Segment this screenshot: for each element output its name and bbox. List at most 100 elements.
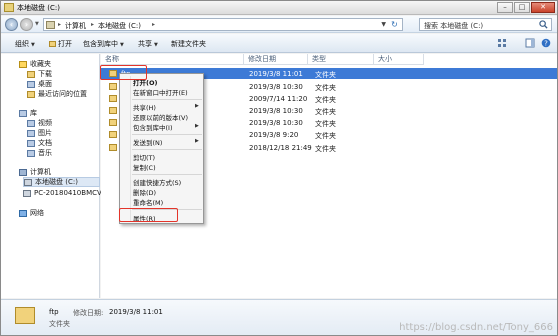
folder-icon bbox=[15, 307, 35, 324]
search-icon[interactable] bbox=[539, 20, 548, 29]
nav-downloads-label: 下载 bbox=[38, 70, 52, 78]
menu-item-restore-previous[interactable]: 还原以前的版本(V) bbox=[133, 112, 188, 122]
menu-item-include-in-library[interactable]: 包含到库中(I) bbox=[133, 122, 173, 132]
highlight-box-properties bbox=[119, 208, 178, 222]
menu-divider bbox=[132, 99, 202, 100]
window-controls: – □ ✕ bbox=[497, 2, 555, 13]
nav-downloads[interactable]: 下载 bbox=[27, 69, 52, 79]
details-type: 文件夹 bbox=[49, 320, 70, 328]
nav-pictures[interactable]: 图片 bbox=[27, 128, 52, 138]
nav-recent-label: 最近访问的位置 bbox=[38, 90, 87, 98]
video-icon bbox=[27, 119, 35, 127]
menu-item-send-to[interactable]: 发送到(N) bbox=[133, 137, 162, 147]
nav-favorites[interactable]: 收藏夹 bbox=[19, 59, 51, 69]
menu-item-share[interactable]: 共享(H) bbox=[133, 102, 156, 112]
file-type: 文件夹 bbox=[315, 132, 336, 140]
include-in-library-button[interactable]: 包含到库中 ▼ bbox=[83, 39, 124, 49]
maximize-button[interactable]: □ bbox=[514, 2, 530, 13]
nav-documents[interactable]: 文档 bbox=[27, 138, 52, 148]
open-button[interactable]: 打开 bbox=[49, 39, 72, 49]
address-dropdown[interactable]: ▼ bbox=[381, 21, 386, 28]
breadcrumb-local-disk[interactable]: 本地磁盘 (C:) bbox=[98, 21, 141, 31]
context-menu: 打开(O) 在新窗口中打开(E) 共享(H) ▶ 还原以前的版本(V) 包含到库… bbox=[119, 73, 204, 224]
share-label: 共享 bbox=[138, 40, 152, 48]
details-modified-label: 修改日期: bbox=[73, 309, 104, 317]
computer-icon bbox=[46, 21, 55, 29]
download-folder-icon bbox=[27, 70, 35, 78]
new-folder-button[interactable]: 新建文件夹 bbox=[171, 39, 206, 49]
menu-divider bbox=[132, 174, 202, 175]
menu-divider bbox=[132, 134, 202, 135]
nav-network[interactable]: 网络 bbox=[19, 208, 44, 218]
column-header-size[interactable]: 大小 bbox=[374, 54, 424, 65]
menu-item-delete[interactable]: 删除(D) bbox=[133, 187, 156, 197]
nav-network-drive-label: PC-20180410BMCV 上 bbox=[34, 189, 112, 197]
nav-videos[interactable]: 视频 bbox=[27, 118, 52, 128]
menu-item-cut[interactable]: 剪切(T) bbox=[133, 152, 155, 162]
nav-libraries[interactable]: 库 bbox=[19, 108, 37, 118]
nav-music[interactable]: 音乐 bbox=[27, 148, 52, 158]
minimize-button[interactable]: – bbox=[497, 2, 513, 13]
chevron-right-icon[interactable]: ▸ bbox=[91, 21, 94, 28]
explorer-window: 本地磁盘 (C:) – □ ✕ ‹ › ▼ ▸ 计算机 ▸ 本地磁盘 (C:) … bbox=[0, 0, 558, 336]
window-title: 本地磁盘 (C:) bbox=[17, 4, 60, 12]
menu-item-create-shortcut[interactable]: 创建快捷方式(S) bbox=[133, 177, 181, 187]
library-icon bbox=[19, 109, 27, 117]
forward-button[interactable]: › bbox=[20, 18, 33, 31]
chevron-right-icon[interactable]: ▸ bbox=[58, 21, 61, 28]
file-type: 文件夹 bbox=[315, 71, 336, 79]
details-modified: 2019/3/8 11:01 bbox=[109, 308, 163, 316]
chevron-right-icon: ▶ bbox=[195, 103, 199, 109]
breadcrumb-computer[interactable]: 计算机 bbox=[65, 21, 86, 31]
close-button[interactable]: ✕ bbox=[531, 2, 555, 13]
file-modified: 2009/7/14 11:20 bbox=[249, 95, 308, 103]
network-drive-icon bbox=[23, 189, 31, 197]
folder-icon bbox=[109, 107, 117, 114]
nav-network-drive[interactable]: PC-20180410BMCV 上 bbox=[23, 188, 111, 198]
menu-divider bbox=[132, 149, 202, 150]
picture-icon bbox=[27, 129, 35, 137]
nav-computer-label: 计算机 bbox=[30, 168, 51, 176]
nav-computer[interactable]: 计算机 bbox=[19, 167, 51, 177]
nav-recent[interactable]: 最近访问的位置 bbox=[27, 89, 87, 99]
nav-desktop[interactable]: 桌面 bbox=[27, 79, 52, 89]
search-input[interactable]: 搜索 本地磁盘 (C:) bbox=[424, 21, 483, 31]
menu-item-copy[interactable]: 复制(C) bbox=[133, 162, 156, 172]
chevron-right-icon[interactable]: ▸ bbox=[152, 21, 155, 28]
nav-local-disk[interactable]: 本地磁盘 (C:) bbox=[23, 177, 100, 187]
column-header-type[interactable]: 类型 bbox=[308, 54, 374, 65]
nav-network-label: 网络 bbox=[30, 209, 44, 217]
share-button[interactable]: 共享 ▼ bbox=[138, 39, 158, 49]
navigation-pane: 收藏夹 下载 桌面 最近访问的位置 库 视频 图片 文档 音乐 计算机 本地磁盘… bbox=[1, 54, 111, 298]
recent-places-icon bbox=[27, 90, 35, 98]
search-box[interactable]: 搜索 本地磁盘 (C:) bbox=[419, 18, 552, 31]
details-pane: ftp 修改日期: 2019/3/8 11:01 文件夹 https://blo… bbox=[1, 299, 557, 335]
address-field[interactable]: ▸ 计算机 ▸ 本地磁盘 (C:) ▸ ▼ ↻ bbox=[43, 18, 403, 31]
refresh-icon[interactable]: ↻ bbox=[389, 20, 400, 30]
file-modified: 2019/3/8 9:20 bbox=[249, 131, 299, 139]
organize-label: 组织 bbox=[15, 40, 29, 48]
include-in-library-label: 包含到库中 bbox=[83, 40, 118, 48]
nav-favorites-label: 收藏夹 bbox=[30, 60, 51, 68]
preview-pane-icon[interactable] bbox=[525, 38, 535, 48]
menu-item-open-new-window[interactable]: 在新窗口中打开(E) bbox=[133, 87, 188, 97]
column-header-modified[interactable]: 修改日期 bbox=[244, 54, 308, 65]
menu-item-rename[interactable]: 重命名(M) bbox=[133, 197, 163, 207]
music-icon bbox=[27, 149, 35, 157]
column-header-name[interactable]: 名称 bbox=[101, 54, 244, 65]
file-type: 文件夹 bbox=[315, 84, 336, 92]
nav-documents-label: 文档 bbox=[38, 139, 52, 147]
title-bar: 本地磁盘 (C:) – □ ✕ bbox=[1, 1, 557, 15]
organize-button[interactable]: 组织 ▼ bbox=[15, 39, 35, 49]
file-type: 文件夹 bbox=[315, 145, 336, 153]
folder-icon bbox=[109, 83, 117, 90]
back-button[interactable]: ‹ bbox=[5, 18, 18, 31]
drive-icon bbox=[4, 3, 14, 12]
file-modified: 2018/12/18 21:49 bbox=[249, 144, 312, 152]
folder-icon bbox=[109, 131, 117, 138]
help-icon[interactable]: ? bbox=[541, 38, 551, 48]
recent-pages-dropdown[interactable]: ▼ bbox=[35, 21, 39, 27]
folder-icon bbox=[109, 95, 117, 102]
view-options-icon[interactable] bbox=[497, 38, 507, 48]
chevron-right-icon: ▶ bbox=[195, 138, 199, 144]
